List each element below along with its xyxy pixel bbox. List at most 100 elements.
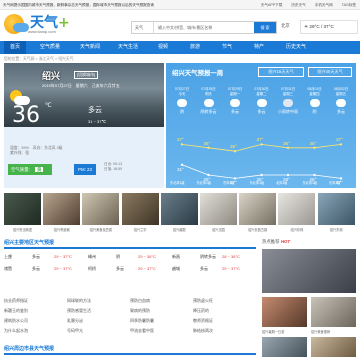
related-link[interactable]: 甲流去看中医: [130, 328, 154, 334]
nav-travel[interactable]: 旅游: [190, 41, 200, 54]
region-name[interactable]: 新昌: [172, 252, 180, 262]
high-temp-line-point: [339, 143, 343, 146]
forecast-day[interactable]: 07月30日 星期二 多云: [248, 87, 276, 114]
photo-caption[interactable]: 绍兴兰亭: [122, 227, 159, 232]
photo-strip: 绍兴鲁迅故居 绍兴黄酒城 绍兴美食臭豆腐 绍兴兰亭 绍兴越剧 绍兴沈园 绍兴安昌古镇 绍兴珍珠…: [4, 193, 356, 233]
forecast-day[interactable]: 07月27日 今天阴: [168, 87, 196, 114]
wind-label: 东北风3级: [196, 181, 212, 185]
forecast-40day-button[interactable]: 绍兴40天天气: [308, 67, 352, 77]
photo-caption[interactable]: 绍兴沈园: [200, 227, 237, 232]
related-link[interactable]: 教师资格证: [193, 318, 213, 324]
related-link[interactable]: 胃病的预防: [130, 308, 150, 314]
nav-news[interactable]: 天气新闻: [80, 41, 100, 54]
high-temp-line-point: [286, 146, 290, 149]
photo-thumb[interactable]: [43, 193, 81, 225]
site-logo[interactable]: 天气+ www.tianqi.com: [4, 12, 74, 36]
switch-city-button[interactable]: [切换城市]: [74, 71, 99, 79]
nav-air[interactable]: 空气质量: [40, 41, 60, 54]
high-temp-line-point: [180, 143, 184, 146]
photo-thumb[interactable]: [278, 193, 316, 225]
related-link[interactable]: 预防感冒生活: [67, 308, 91, 314]
related-link[interactable]: 预防虚火旺: [193, 298, 213, 304]
app-download-link[interactable]: 天气APP下载: [261, 3, 283, 7]
hot-image-bottom-left[interactable]: [262, 337, 307, 357]
region-name[interactable]: 嵊州: [88, 252, 96, 262]
top-bar-links: 天气APP下载 历史天气 手机天气网 TAG标签: [253, 0, 356, 9]
nav-specialty[interactable]: 特产: [254, 41, 264, 54]
hot-caption-left[interactable]: 绍兴暑期一日游: [262, 329, 284, 334]
photo-thumb[interactable]: [82, 193, 120, 225]
related-link[interactable]: 预防白血病: [130, 298, 150, 304]
forecast-condition: 小雨转中雨: [278, 109, 298, 114]
related-link[interactable]: 四季防暑防暑: [130, 318, 154, 324]
temp-trend-chart: [180, 143, 343, 180]
related-link[interactable]: 降压药的: [193, 308, 209, 314]
forecast-day[interactable]: 07月31日 星期三 小雨转中雨: [274, 87, 302, 114]
photo-thumb[interactable]: [121, 193, 159, 225]
photo-caption[interactable]: 绍兴黄酒城: [43, 227, 80, 232]
city-name: 绍兴: [42, 71, 61, 81]
logo-url: www.tianqi.com: [28, 29, 56, 34]
weather-details: 湿度：59% 风向：东北风 3级 紫外线：强: [10, 146, 63, 156]
photo-thumb[interactable]: [160, 193, 198, 225]
photo-caption[interactable]: 绍兴美食臭豆腐: [82, 227, 119, 232]
photo-thumb[interactable]: [317, 193, 355, 225]
tag-link[interactable]: TAG标签: [342, 3, 356, 7]
hot-title: 热点推荐 HOT: [262, 239, 291, 244]
hot-image-right[interactable]: [311, 297, 356, 327]
hot-image-main[interactable]: [262, 249, 356, 293]
related-link[interactable]: 建筑防水公司: [4, 318, 28, 324]
hot-caption-right[interactable]: 绍兴美食推荐: [311, 329, 330, 334]
region-name[interactable]: 越城: [172, 264, 180, 274]
nav-home[interactable]: 首页: [4, 41, 27, 54]
region-temp: 29 ~ 37°C: [54, 266, 72, 271]
photo-thumb[interactable]: [4, 193, 41, 225]
photo-caption[interactable]: 绍兴鲁迅故居: [4, 227, 41, 232]
hot-image-bottom-right[interactable]: [311, 337, 356, 357]
wind-label: 东北风3级: [249, 181, 265, 185]
city-photo: 绍兴 [切换城市] 2019年07月27日 星期六 己亥年六月廿五 36 ℃ 多…: [4, 63, 164, 128]
region-temp: 28 ~ 36°C: [222, 254, 240, 259]
related-link[interactable]: 肺结核两次: [193, 328, 213, 334]
forecast-day[interactable]: 07月29日 星期一 多云: [221, 87, 249, 114]
nav-video[interactable]: 视频: [158, 41, 168, 54]
related-link[interactable]: 网球联的方法: [67, 298, 91, 304]
header-city[interactable]: 北京: [281, 23, 290, 29]
related-link[interactable]: 号码甲亢: [67, 328, 83, 334]
photo-thumb[interactable]: [200, 193, 237, 225]
photo-caption[interactable]: 绍兴安昌古镇: [239, 227, 276, 232]
mobile-site-link[interactable]: 手机天气网: [315, 3, 333, 7]
forecast-day[interactable]: 08月02日 星期五 多云: [327, 87, 355, 114]
forecast-day[interactable]: 08月01日 星期四阴: [301, 87, 329, 114]
forecast-day[interactable]: 07月28日 明天 阴转多云: [195, 87, 223, 114]
region-temp: 29 ~ 36°C: [138, 254, 156, 259]
nav-life[interactable]: 天气生活: [118, 41, 138, 54]
region-condition: 多云: [32, 266, 40, 271]
search-type-select[interactable]: 天气: [132, 22, 154, 33]
photo-caption[interactable]: 绍兴东湖: [318, 227, 355, 232]
history-weather-link[interactable]: 历史天气: [291, 3, 305, 7]
photo-caption[interactable]: 绍兴珍珠: [278, 227, 315, 232]
photo-thumb[interactable]: [239, 193, 277, 225]
photo-caption[interactable]: 绍兴越剧: [161, 227, 198, 232]
search-button[interactable]: 搜 索: [254, 22, 276, 33]
region-forecast-title: 绍兴主要地区天气预报: [4, 239, 256, 249]
wind-label: 东北风3级: [170, 181, 185, 185]
region-name[interactable]: 诸暨: [4, 264, 12, 274]
aqi-badge[interactable]: 空气质量：良: [8, 164, 52, 175]
forecast-15day-button[interactable]: 绍兴15天天气: [258, 67, 304, 77]
related-link[interactable]: 乳腺分泌: [67, 318, 83, 324]
related-link[interactable]: 执业药师指证: [4, 298, 28, 304]
region-name[interactable]: 上虞: [4, 252, 12, 262]
week-forecast: 绍兴天气预报一周 绍兴15天天气 绍兴40天天气 07月27日 今天阴 07月28日…: [166, 63, 356, 188]
low-temp-line-point: [313, 173, 316, 177]
nav-history[interactable]: 历史天气: [286, 41, 306, 54]
related-link[interactable]: 新疆玉的鉴别: [4, 308, 28, 314]
weather-icon: [177, 99, 187, 107]
search-input[interactable]: 输入中文/拼音、城市/景区名称: [158, 22, 212, 33]
forecast-condition: 阴: [180, 109, 184, 114]
nav-solar-terms[interactable]: 节气: [222, 41, 232, 54]
related-link[interactable]: 为什么起水泡: [4, 328, 28, 334]
region-name[interactable]: 柯桥: [88, 264, 96, 274]
hot-image-left[interactable]: [262, 297, 307, 327]
